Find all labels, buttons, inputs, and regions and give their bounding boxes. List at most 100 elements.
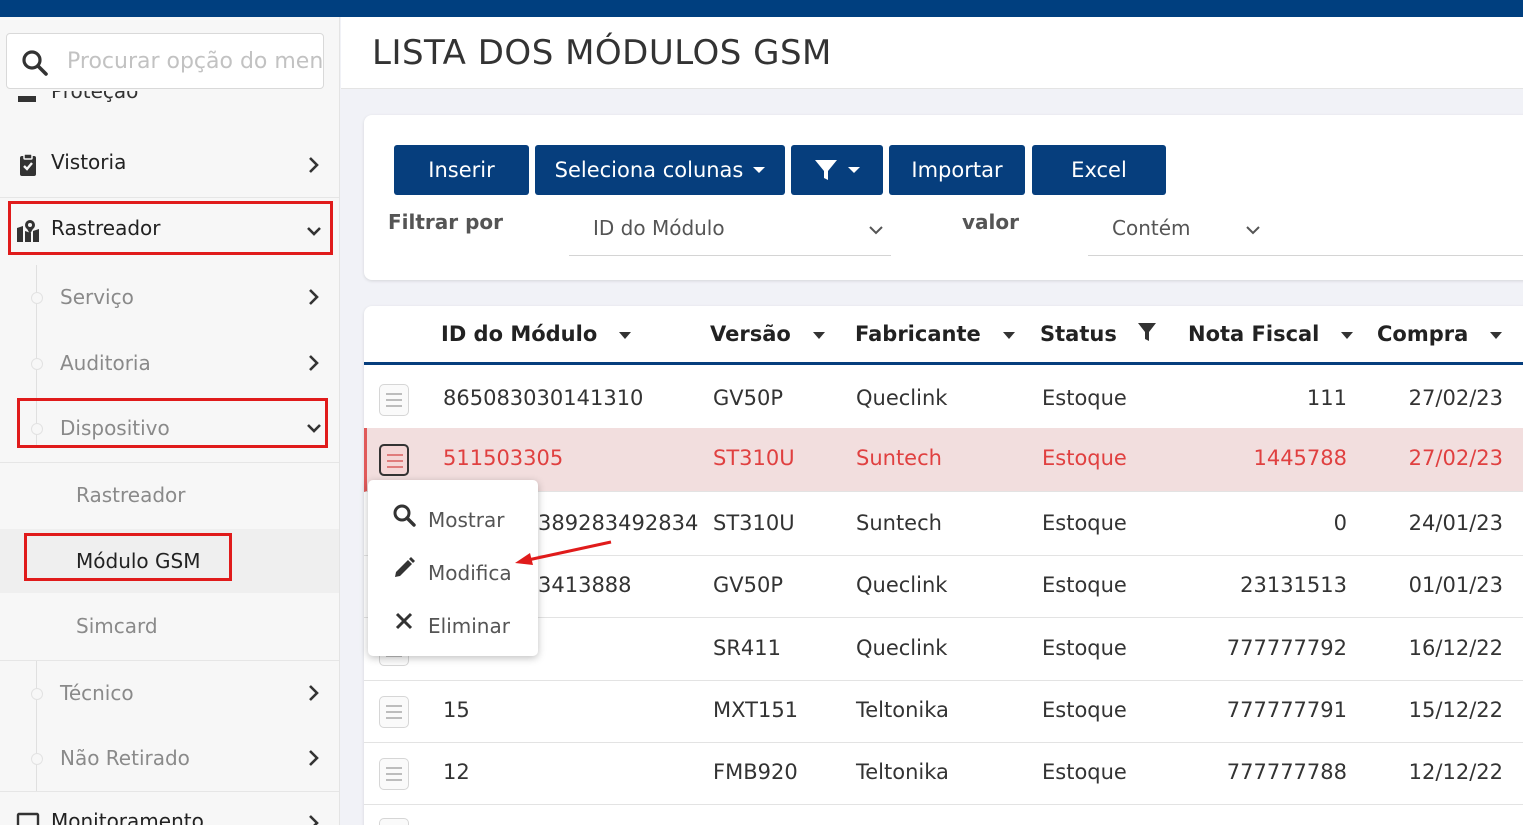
filtrar-por-label: Filtrar por xyxy=(388,210,504,234)
cell-nota-fiscal: 777777791 xyxy=(1226,698,1347,722)
row-actions-button[interactable] xyxy=(379,384,409,416)
sidebar-item-label: Rastreador xyxy=(76,483,186,507)
row-actions-button[interactable] xyxy=(379,444,409,476)
chevron-down-icon xyxy=(307,227,321,236)
sidebar-item-rastreador-leaf[interactable]: Rastreador xyxy=(0,463,339,527)
column-header-fabricante[interactable]: Fabricante xyxy=(855,322,1015,346)
menu-lines-icon xyxy=(386,711,402,713)
menu-lines-icon xyxy=(386,773,402,775)
sort-caret-icon xyxy=(812,331,825,339)
sidebar-item-label: Módulo GSM xyxy=(76,549,201,573)
column-header-versao[interactable]: Versão xyxy=(710,322,825,346)
excel-button[interactable]: Excel xyxy=(1032,145,1166,195)
menu-lines-icon xyxy=(386,393,402,395)
tree-dot xyxy=(31,688,43,700)
menu-lines-icon xyxy=(387,454,403,456)
sidebar-item-label: Auditoria xyxy=(60,351,151,375)
table-row[interactable]: 12 FMB920 Teltonika Estoque 777777788 12… xyxy=(364,742,1523,805)
row-actions-button[interactable] xyxy=(379,758,409,790)
cell-status: Estoque xyxy=(1042,636,1127,660)
page-header: LISTA DOS MÓDULOS GSM xyxy=(341,17,1523,89)
menu-lines-icon xyxy=(386,767,402,769)
filter-button[interactable] xyxy=(791,145,883,195)
shield-icon xyxy=(18,96,36,102)
menu-lines-icon xyxy=(386,399,402,401)
sidebar-item-label: Simcard xyxy=(76,614,158,638)
tree-dot xyxy=(31,358,43,370)
map-marker-icon xyxy=(17,220,39,242)
sidebar-item-monitoramento[interactable]: Monitoramento xyxy=(0,795,339,825)
search-icon xyxy=(22,50,48,76)
sidebar-item-label: Vistoria xyxy=(51,150,127,174)
cell-nota-fiscal: 777777788 xyxy=(1226,760,1347,784)
column-header-nota-fiscal[interactable]: Nota Fiscal xyxy=(1188,322,1354,346)
menu-lines-icon xyxy=(387,466,403,468)
row-actions-button[interactable] xyxy=(379,696,409,728)
sidebar-item-label: Rastreador xyxy=(51,216,161,240)
sidebar-item-nao-retirado[interactable]: Não Retirado xyxy=(0,726,339,790)
sidebar-item-label: Não Retirado xyxy=(60,746,190,770)
cell-id: 511503305 xyxy=(443,446,564,470)
cell-status: Estoque xyxy=(1042,573,1127,597)
menu-lines-icon xyxy=(387,460,403,462)
cell-status: Estoque xyxy=(1042,446,1127,470)
table-row[interactable]: 15 MXT151 Teltonika Estoque 777777791 15… xyxy=(364,680,1523,743)
cell-compra: 01/01/23 xyxy=(1408,573,1503,597)
cell-fabricante: Teltonika xyxy=(856,760,949,784)
sidebar-item-vistoria[interactable]: Vistoria xyxy=(0,133,339,197)
divider xyxy=(0,197,339,198)
search-icon xyxy=(393,504,416,527)
cell-compra: 24/01/23 xyxy=(1408,511,1503,535)
menu-lines-icon xyxy=(386,717,402,719)
chevron-right-icon xyxy=(309,157,319,173)
cell-status: Estoque xyxy=(1042,760,1127,784)
cell-id: 3413888 xyxy=(538,573,632,597)
table-row[interactable]: 865083030141310 GV50P Queclink Estoque 1… xyxy=(364,368,1523,431)
pencil-icon xyxy=(395,557,415,577)
chevron-right-icon xyxy=(309,685,319,701)
table-row-selected[interactable]: 511503305 ST310U Suntech Estoque 1445788… xyxy=(364,428,1523,492)
caret-down-icon xyxy=(848,167,860,173)
sidebar-item-tecnico[interactable]: Técnico xyxy=(0,661,339,725)
sidebar-item-simcard[interactable]: Simcard xyxy=(0,594,339,658)
sidebar-item-servico[interactable]: Serviço xyxy=(0,265,339,329)
sort-caret-icon xyxy=(1490,331,1503,339)
cell-fabricante: Suntech xyxy=(856,446,942,470)
sort-caret-icon xyxy=(1341,331,1354,339)
cell-fabricante: Queclink xyxy=(856,636,948,660)
chevron-down-icon xyxy=(307,424,321,433)
chevron-right-icon xyxy=(309,815,319,825)
chevron-right-icon xyxy=(309,355,319,371)
column-header-compra[interactable]: Compra xyxy=(1377,322,1503,346)
chevron-down-icon xyxy=(1246,226,1260,235)
column-header-status[interactable]: Status xyxy=(1040,322,1157,346)
chevron-right-icon xyxy=(309,289,319,305)
cell-id: 865083030141310 xyxy=(443,386,644,410)
importar-button[interactable]: Importar xyxy=(889,145,1025,195)
filter-operator-select[interactable]: Contém xyxy=(1088,210,1523,256)
menu-item-eliminar[interactable]: Eliminar xyxy=(368,594,538,646)
filter-field-select[interactable]: ID do Módulo xyxy=(569,210,891,256)
menu-item-mostrar[interactable]: Mostrar xyxy=(368,488,538,540)
row-actions-button[interactable] xyxy=(379,818,409,825)
cell-nota-fiscal: 1445788 xyxy=(1253,446,1347,470)
cell-compra: 27/02/23 xyxy=(1408,386,1503,410)
table-row[interactable] xyxy=(364,804,1523,825)
sidebar-item-dispositivo[interactable]: Dispositivo xyxy=(0,396,339,460)
sidebar-item-modulo-gsm[interactable]: Módulo GSM xyxy=(0,529,339,593)
cell-versao: ST310U xyxy=(713,446,795,470)
menu-item-modifica[interactable]: Modifica xyxy=(368,541,538,593)
sidebar-item-protecao[interactable]: Proteção xyxy=(16,91,216,105)
column-header-id[interactable]: ID do Módulo xyxy=(441,322,632,346)
seleciona-colunas-button[interactable]: Seleciona colunas xyxy=(535,145,785,195)
cell-compra: 16/12/22 xyxy=(1408,636,1503,660)
inserir-button[interactable]: Inserir xyxy=(394,145,529,195)
tree-dot xyxy=(31,292,43,304)
filter-icon xyxy=(1137,323,1156,341)
menu-search-input[interactable] xyxy=(67,42,323,80)
sidebar-item-auditoria[interactable]: Auditoria xyxy=(0,331,339,395)
tree-dot xyxy=(31,753,43,765)
sidebar-item-label: Técnico xyxy=(60,681,134,705)
cell-nota-fiscal: 0 xyxy=(1333,511,1347,535)
sidebar-item-rastreador[interactable]: Rastreador xyxy=(0,199,339,263)
